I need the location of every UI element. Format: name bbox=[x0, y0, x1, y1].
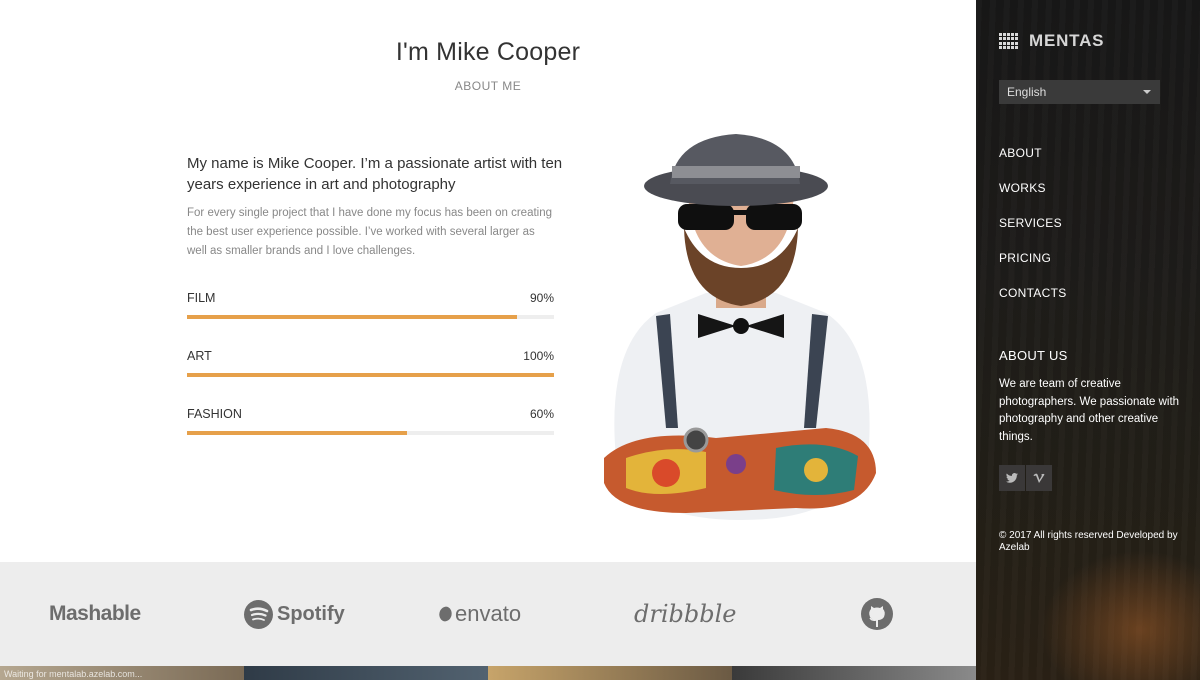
envato-logo-text: envato bbox=[455, 601, 522, 626]
main-content: I'm Mike Cooper ABOUT ME My name is Mike… bbox=[0, 0, 976, 680]
skill-progress-fill bbox=[187, 431, 408, 435]
language-select[interactable]: English bbox=[999, 80, 1160, 104]
skill-progress-fill bbox=[187, 373, 554, 377]
skill-progress-track bbox=[187, 373, 554, 377]
dribbble-logo[interactable]: dribbble bbox=[634, 598, 736, 630]
github-icon[interactable] bbox=[860, 598, 894, 630]
skill-label: ART bbox=[187, 349, 212, 363]
skill-progress-track bbox=[187, 431, 554, 435]
intro-lead: My name is Mike Cooper. I’m a passionate… bbox=[187, 155, 563, 193]
browser-status-text: Waiting for mentalab.azelab.com... bbox=[4, 669, 143, 679]
nav-item-contacts[interactable]: CONTACTS bbox=[999, 286, 1067, 321]
spotify-logo-text: Spotify bbox=[277, 602, 345, 625]
sidebar: MENTAS English ABOUT WORKS SERVICES PRIC… bbox=[976, 0, 1200, 680]
social-links bbox=[999, 465, 1053, 491]
skill-percent: 90% bbox=[529, 291, 554, 305]
twitter-icon[interactable] bbox=[999, 465, 1025, 491]
nav-item-services[interactable]: SERVICES bbox=[999, 216, 1067, 251]
vimeo-icon[interactable] bbox=[1026, 465, 1052, 491]
sidebar-glow bbox=[1040, 550, 1200, 680]
envato-leaf-icon bbox=[436, 605, 455, 623]
mashable-logo-text: Mashable bbox=[49, 602, 141, 625]
gallery-preview-strip bbox=[0, 666, 976, 680]
skill-percent: 60% bbox=[529, 407, 554, 421]
brand-logos-strip: Mashable Spotify envato dribbble bbox=[0, 562, 976, 666]
language-select-value: English bbox=[1007, 85, 1047, 99]
section-subtitle: ABOUT ME bbox=[454, 79, 522, 93]
about-us-heading: ABOUT US bbox=[999, 348, 1068, 363]
skill-label: FILM bbox=[187, 291, 216, 305]
portrait-image bbox=[604, 134, 876, 520]
page-title: I'm Mike Cooper bbox=[395, 38, 581, 66]
logo-text: MENTAS bbox=[1029, 31, 1105, 50]
about-us-text: We are team of creative photographers. W… bbox=[999, 378, 1180, 444]
sidebar-nav: ABOUT WORKS SERVICES PRICING CONTACTS bbox=[999, 146, 1067, 321]
nav-item-pricing[interactable]: PRICING bbox=[999, 251, 1067, 286]
copyright-text: © 2017 All rights reserved Developed by … bbox=[999, 530, 1178, 553]
skill-progress-track bbox=[187, 315, 554, 319]
mashable-logo[interactable]: Mashable bbox=[49, 598, 141, 630]
nav-item-works[interactable]: WORKS bbox=[999, 181, 1067, 216]
nav-item-about[interactable]: ABOUT bbox=[999, 146, 1067, 181]
spotify-logo[interactable]: Spotify bbox=[244, 598, 345, 630]
site-logo[interactable]: MENTAS bbox=[999, 31, 1104, 51]
skill-progress-fill bbox=[187, 315, 518, 319]
envato-logo[interactable]: envato bbox=[436, 598, 522, 630]
dribbble-logo-text: dribbble bbox=[634, 600, 737, 628]
spotify-icon bbox=[244, 599, 273, 629]
skill-percent: 100% bbox=[523, 349, 554, 363]
intro-body: For every single project that I have don… bbox=[187, 207, 553, 257]
grid-logo-icon bbox=[999, 32, 1018, 50]
skill-label: FASHION bbox=[187, 407, 242, 421]
chevron-down-icon bbox=[1143, 90, 1151, 94]
